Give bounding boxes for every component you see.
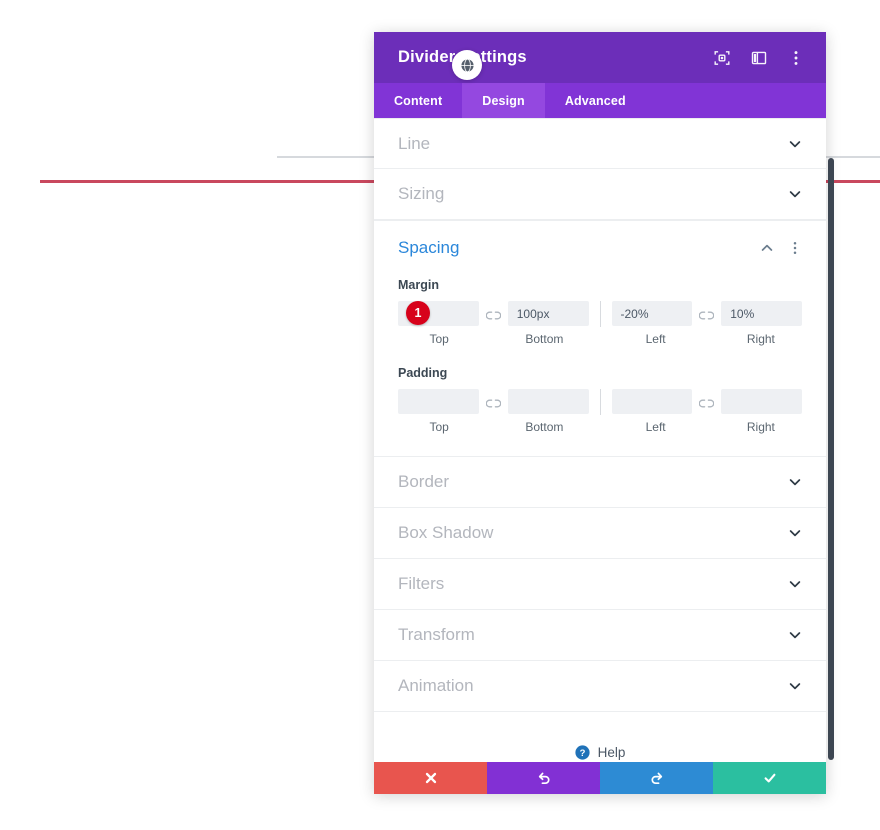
padding-bottom-input[interactable] [507, 389, 589, 414]
section-title-spacing: Spacing [398, 237, 460, 257]
link-broken-icon[interactable] [698, 308, 715, 320]
undo-button[interactable] [487, 762, 600, 794]
section-title-line: Line [398, 133, 431, 153]
link-broken-icon[interactable] [485, 308, 502, 320]
chevron-down-icon [788, 187, 802, 201]
screen: Divider Settings Content Design Advanced… [0, 0, 880, 830]
divider-settings-panel: Divider Settings Content Design Advanced… [374, 32, 826, 794]
section-toggle-spacing[interactable]: Spacing [374, 220, 826, 274]
section-title-box-shadow: Box Shadow [398, 523, 494, 542]
tab-content[interactable]: Content [374, 83, 462, 118]
help-link[interactable]: ? Help [374, 721, 826, 762]
margin-label-row: Top Bottom Left Right [398, 332, 802, 346]
panel-header: Divider Settings [374, 32, 826, 83]
layout-panel-icon[interactable] [751, 50, 767, 66]
chevron-down-icon [788, 628, 802, 642]
chevron-down-icon [788, 475, 802, 489]
padding-left-label: Left [645, 420, 666, 434]
tab-advanced[interactable]: Advanced [545, 83, 646, 118]
margin-right-label: Right [746, 332, 775, 346]
margin-control: 1 100px -20% 10% Top Bottom Left Right [398, 300, 802, 346]
chevron-up-icon[interactable] [760, 241, 774, 255]
disabled-globe-icon [459, 57, 475, 73]
divider [599, 388, 601, 415]
chevron-down-icon [788, 679, 802, 693]
padding-bottom-label: Bottom [525, 420, 564, 434]
save-button[interactable] [713, 762, 826, 794]
margin-top-label: Top [429, 332, 449, 346]
padding-label: Padding [398, 366, 448, 380]
section-title-filters: Filters [398, 574, 445, 593]
margin-input-row [398, 300, 802, 327]
section-title-transform: Transform [398, 625, 475, 644]
section-toggle-filters[interactable]: Filters [374, 559, 826, 610]
section-toggle-box-shadow[interactable]: Box Shadow [374, 508, 826, 559]
margin-bottom-input[interactable] [507, 301, 589, 326]
question-circle-icon: ? [575, 744, 590, 760]
margin-label: Margin [398, 278, 439, 292]
chevron-down-icon [788, 526, 802, 540]
section-title-border: Border [398, 472, 450, 491]
margin-left-input[interactable] [611, 301, 693, 326]
more-vertical-icon[interactable] [788, 50, 804, 66]
scrollbar-thumb[interactable] [828, 158, 834, 760]
section-title-sizing: Sizing [398, 184, 445, 203]
section-toggle-border[interactable]: Border [374, 457, 826, 508]
chevron-down-icon [788, 137, 802, 151]
divider [599, 300, 601, 327]
section-actions-spacing [760, 241, 802, 255]
link-broken-icon[interactable] [485, 396, 502, 408]
disabled-state-button[interactable] [452, 50, 482, 80]
section-spacing: Spacing Margin 1 100px -20% 10% Top Bott… [374, 220, 826, 457]
redo-button[interactable] [600, 762, 713, 794]
margin-left-label: Left [645, 332, 666, 346]
section-toggle-sizing[interactable]: Sizing [374, 169, 826, 220]
svg-text:?: ? [579, 748, 585, 759]
padding-vertical-group [398, 389, 589, 414]
tab-design[interactable]: Design [462, 83, 545, 118]
padding-top-label: Top [429, 420, 449, 434]
chevron-down-icon [788, 577, 802, 591]
settings-scroll-area: Line Sizing Spacing Margin 1 100px -20% … [374, 118, 826, 762]
panel-body: Line Sizing Spacing Margin 1 100px -20% … [374, 118, 826, 762]
focus-target-icon[interactable] [714, 50, 730, 66]
margin-bottom-label: Bottom [525, 332, 564, 346]
padding-left-input[interactable] [611, 389, 693, 414]
step-badge-1: 1 [406, 301, 430, 325]
cancel-button[interactable] [374, 762, 487, 794]
padding-horizontal-group [611, 389, 802, 414]
spacing-fields: Margin 1 100px -20% 10% Top Bottom Left … [374, 278, 826, 456]
section-title-animation: Animation [398, 676, 474, 695]
help-label: Help [597, 744, 626, 760]
tab-bar: Content Design Advanced [374, 83, 826, 118]
padding-top-input[interactable] [398, 389, 479, 414]
padding-right-input[interactable] [721, 389, 802, 414]
link-broken-icon[interactable] [698, 396, 715, 408]
page-title: Divider Settings [398, 48, 527, 66]
section-toggle-line[interactable]: Line [374, 118, 826, 169]
section-toggle-animation[interactable]: Animation [374, 661, 826, 712]
padding-label-row: Top Bottom Left Right [398, 420, 802, 434]
panel-footer [374, 762, 826, 794]
padding-input-row [398, 388, 802, 415]
more-vertical-icon[interactable] [788, 241, 802, 255]
padding-right-label: Right [746, 420, 775, 434]
margin-right-input[interactable] [721, 301, 802, 326]
header-icon-group [714, 50, 804, 66]
margin-horizontal-group [611, 301, 802, 326]
padding-control: Top Bottom Left Right [398, 388, 802, 434]
section-toggle-transform[interactable]: Transform [374, 610, 826, 661]
